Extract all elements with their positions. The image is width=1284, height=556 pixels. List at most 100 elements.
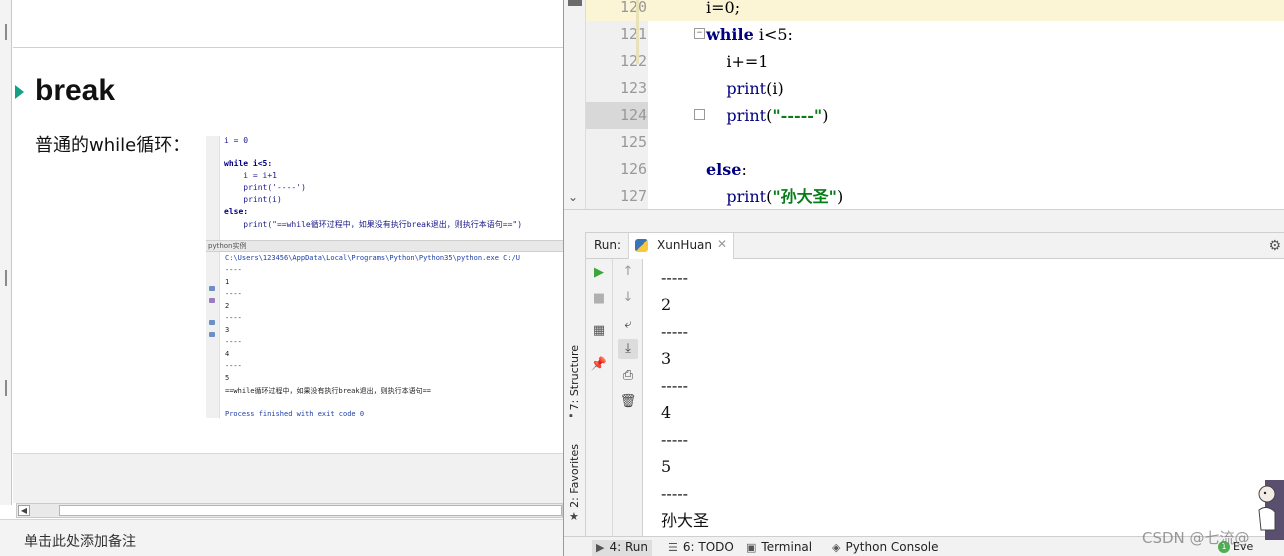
code-line-120[interactable]: i=0; [648,0,1284,21]
screenshot-panel-title: python实例 [206,240,563,252]
csdn-watermark: CSDN @七流@ [1142,529,1250,547]
code-line-126[interactable]: else: [648,156,1284,183]
code-line-124[interactable]: print("-----") [648,102,1284,129]
structure-tab[interactable]: 7: Structure [568,345,581,410]
arrow-up-icon[interactable]: ↑ [618,262,638,282]
code-token: : [741,160,747,179]
trash-icon[interactable]: 🗑 [618,392,638,412]
run-toolbar-secondary: ↑ ↓ ⤶ ⤓ ⎙ 🗑 [613,259,643,536]
run-tab-xunhuan[interactable]: XunHuan ✕ [628,233,734,259]
embedded-code-screenshot[interactable]: i = 0 while i<5: i = i+1 print('----') p… [206,136,563,418]
editor-bottom-strip [564,209,1284,232]
screenshot-output-line: 4 [225,350,230,358]
console-line: 2 [661,295,672,314]
notes-placeholder[interactable]: 单击此处添加备注 [24,531,136,551]
arrow-down-icon[interactable]: ↓ [618,288,638,308]
horizontal-scrollbar[interactable]: ◀ [16,503,563,518]
print-icon[interactable]: ⎙ [618,366,638,386]
console-line: 3 [661,349,672,368]
star-icon: ★ [569,511,579,523]
run-tab-label: XunHuan [657,238,713,252]
scroll-to-end-icon[interactable]: ⤓ [618,339,638,359]
run-tool-button[interactable]: ▶ 4: Run [592,540,652,556]
line-number-gutter: 120 121 122 123 124 125 126 127 [586,0,648,209]
console-line: 4 [661,403,672,422]
function-token: print [706,187,767,206]
line-number: 125 [620,133,648,151]
bullet-triangle-icon [15,85,24,99]
screenshot-output-line: ==while循环过程中，如果没有执行break退出，则执行本语句== [225,387,432,395]
run-tool-header: Run: XunHuan ✕ ⚙ [586,232,1284,259]
expand-icon[interactable]: ⌄ [568,190,578,204]
run-toolbar-primary: ▶ ■ ▦ 📌 [586,259,613,536]
code-line-125[interactable] [648,129,1284,156]
screenshot-code-line: print('----') [224,183,306,192]
code-line-122[interactable]: i+=1 [648,48,1284,75]
run-label: Run: [594,238,622,252]
function-token: print [706,106,767,125]
string-token: "-----" [772,106,823,125]
screenshot-output-line: ---- [225,362,242,370]
screenshot-output-line: ---- [225,314,242,322]
python-console-tool-label: Python Console [845,540,939,554]
notes-pane[interactable]: 单击此处添加备注 [0,519,563,556]
code-token: ) [822,106,829,125]
screen: break 普通的while循环： i = 0 while i<5: i = i… [0,0,1284,556]
string-token: "孙大圣" [772,187,838,206]
left-tool-strip: 7: Structure ▪ 2: Favorites ★ [564,232,586,536]
layout-icon[interactable]: ▦ [589,321,609,341]
scroll-left-arrow-icon[interactable]: ◀ [18,505,30,516]
code-line-123[interactable]: print(i) [648,75,1284,102]
left-vertical-ruler [0,0,12,505]
function-token: print [706,79,767,98]
play-icon[interactable]: ▶ [589,263,609,283]
screenshot-output-line: 1 [225,278,230,286]
slide-lead-text[interactable]: 普通的while循环： [35,131,190,157]
screenshot-output-line: C:\Users\123456\AppData\Local\Programs\P… [225,254,521,262]
python-file-icon [635,239,648,252]
console-line: ----- [661,430,689,449]
terminal-tool-label: Terminal [761,540,813,554]
python-console-tool-button[interactable]: ◈ Python Console [832,540,939,556]
screenshot-output-line: 5 [225,374,230,382]
line-number: 123 [620,79,648,97]
line-number: 127 [620,187,648,205]
line-number: 124 [586,102,648,129]
stop-icon[interactable]: ■ [589,289,609,309]
console-line: ----- [661,322,689,341]
screenshot-output-panel: C:\Users\123456\AppData\Local\Programs\P… [206,252,563,418]
terminal-tool-button[interactable]: ▣ Terminal [746,540,812,556]
code-token: (i) [766,79,784,98]
console-line: ----- [661,376,689,395]
play-small-icon: ▶ [596,541,605,554]
code-token: i=0; [706,0,741,17]
gear-icon[interactable]: ⚙ [1268,237,1281,254]
screenshot-output-line: Process finished with exit code 0 [225,410,365,418]
screenshot-output-line: ---- [225,290,242,298]
slide-heading[interactable]: break [35,74,115,108]
console-line: 5 [661,457,672,476]
pin-icon[interactable]: 📌 [589,355,609,375]
structure-icon: ▪ [569,410,573,422]
screenshot-code-line: i = i+1 [224,171,277,180]
mascot-icon [1258,480,1284,540]
code-editor[interactable]: ⌄ 120 121 122 123 124 125 126 127 − i=0;… [564,0,1284,209]
screenshot-code-line: i = 0 [224,136,249,145]
console-line: ----- [661,484,689,503]
code-text-area[interactable]: i=0; while i<5: i+=1 print(i) print("---… [648,0,1284,209]
favorites-tab[interactable]: 2: Favorites [568,444,581,508]
scrollbar-thumb[interactable] [59,505,562,516]
todo-tool-button[interactable]: ☰ 6: TODO [668,540,734,556]
console-line: 孙大圣 [661,511,710,530]
screenshot-code-panel: i = 0 while i<5: i = i+1 print('----') p… [206,136,563,240]
code-line-127[interactable]: print("孙大圣") [648,183,1284,210]
code-line-121[interactable]: while i<5: [648,21,1284,48]
ide-window: ⌄ 120 121 122 123 124 125 126 127 − i=0;… [563,0,1284,556]
todo-tool-label: 6: TODO [682,540,734,554]
keyword-token: while [706,25,754,44]
line-number: 126 [620,160,648,178]
soft-wrap-icon[interactable]: ⤶ [618,315,638,335]
close-icon[interactable]: ✕ [717,237,727,251]
run-console[interactable]: ----- 2 ----- 3 ----- 4 ----- 5 ----- 孙大… [643,259,1284,536]
run-tool-label: 4: Run [609,540,648,554]
